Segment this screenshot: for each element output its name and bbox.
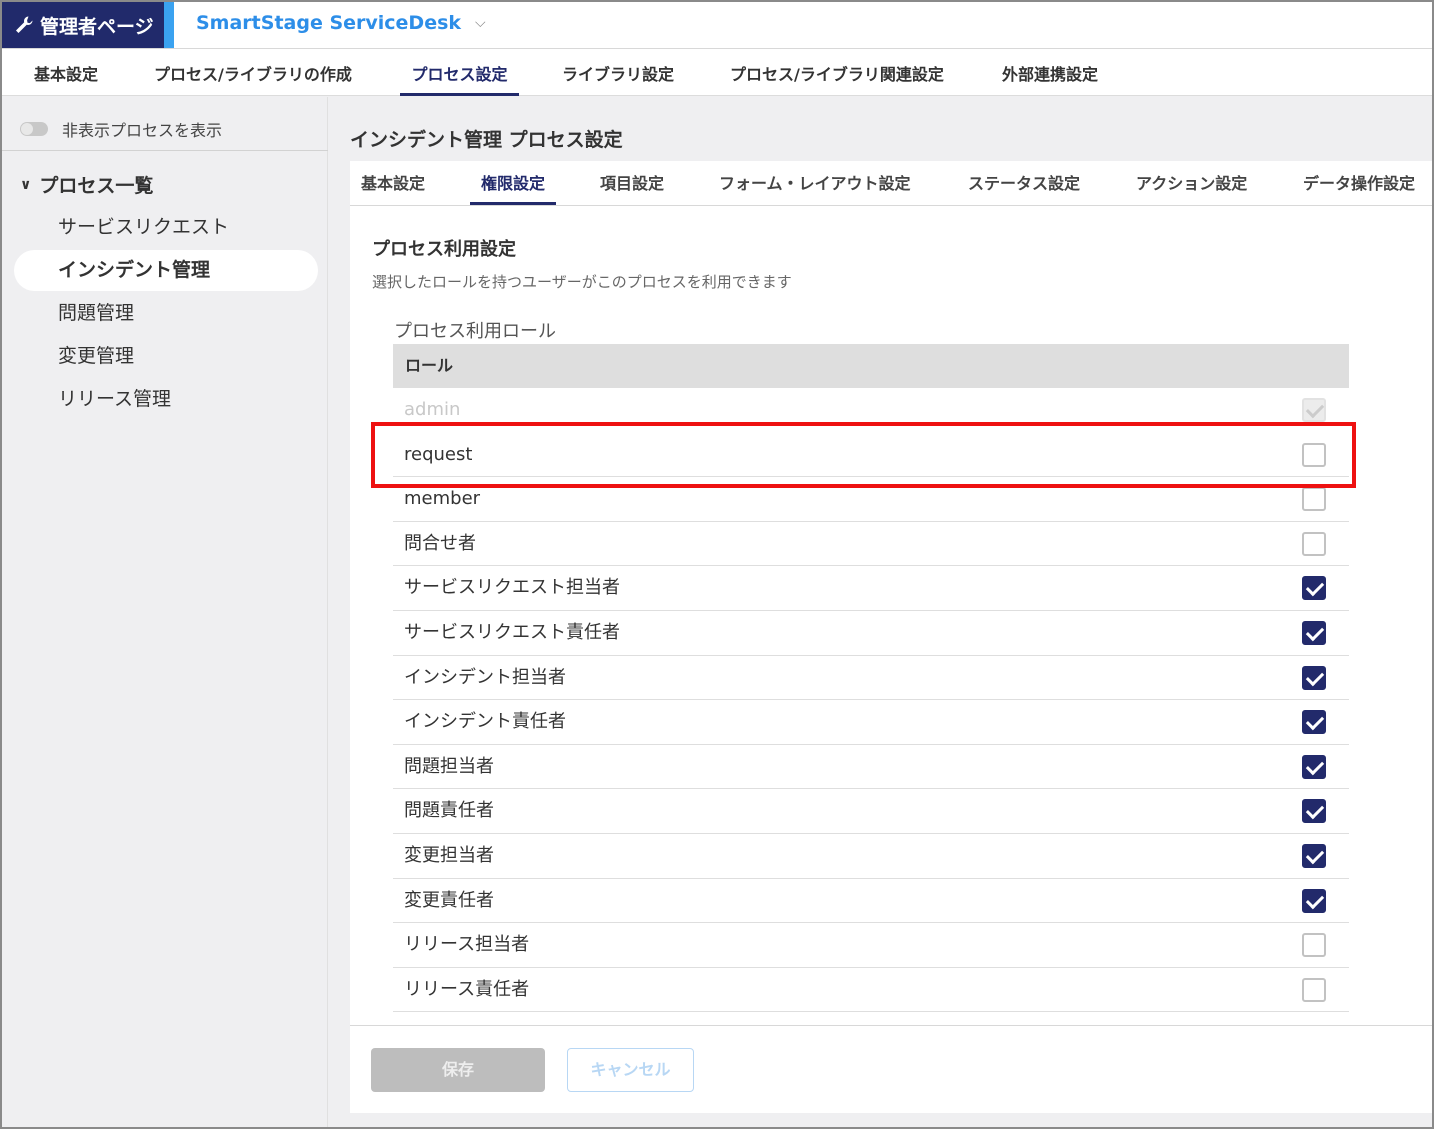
- role-name: 問題責任者: [404, 800, 494, 822]
- table-row: admin: [393, 388, 1349, 433]
- role-checkbox[interactable]: [1302, 888, 1326, 913]
- roles-label: プロセス利用ロール: [394, 321, 556, 342]
- role-name: インシデント担当者: [404, 666, 566, 688]
- role-checkbox[interactable]: [1302, 620, 1326, 645]
- header: 管理者ページ SmartStage ServiceDesk ⌵: [2, 2, 1432, 49]
- show-hidden-toggle-row[interactable]: 非表示プロセスを表示: [20, 117, 222, 141]
- tab-status[interactable]: ステータス設定: [968, 161, 1080, 205]
- top-navigation: 基本設定 プロセス/ライブラリの作成 プロセス設定 ライブラリ設定 プロセス/ラ…: [2, 49, 1432, 96]
- role-name: リリース担当者: [404, 934, 530, 956]
- tab-permissions[interactable]: 権限設定: [470, 161, 556, 205]
- section-title: プロセス利用設定: [372, 239, 516, 260]
- role-name: リリース責任者: [404, 978, 530, 1000]
- role-checkbox[interactable]: [1302, 799, 1326, 824]
- topnav-basic-settings[interactable]: 基本設定: [34, 49, 98, 96]
- table-header-role: ロール: [393, 344, 1349, 388]
- sidebar-divider: [2, 150, 328, 151]
- topnav-create-process-library[interactable]: プロセス/ライブラリの作成: [154, 49, 352, 96]
- tab-form-layout[interactable]: フォーム・レイアウト設定: [719, 161, 911, 205]
- sidebar-item-release[interactable]: リリース管理: [14, 379, 318, 420]
- tab-data-operations[interactable]: データ操作設定: [1303, 161, 1415, 205]
- table-row: 問題担当者: [393, 745, 1349, 790]
- show-hidden-label: 非表示プロセスを表示: [62, 121, 223, 140]
- table-row: 問合せ者: [393, 522, 1349, 567]
- role-checkbox[interactable]: [1302, 665, 1326, 690]
- role-checkbox[interactable]: [1302, 843, 1326, 868]
- role-name: 問題担当者: [404, 755, 494, 777]
- process-list-header[interactable]: ∨ プロセス一覧: [20, 171, 153, 198]
- role-table: ロール admin request member 問合せ者サービスリクエスト担当者 サー…: [393, 344, 1349, 1013]
- role-name: request: [404, 443, 473, 465]
- topnav-library-settings[interactable]: ライブラリ設定: [562, 49, 674, 96]
- role-name: インシデント責任者: [404, 711, 566, 733]
- topnav-external-integration[interactable]: 外部連携設定: [1002, 49, 1098, 96]
- table-row: リリース責任者: [393, 968, 1349, 1013]
- role-rows: admin request member 問合せ者サービスリクエスト担当者 サービスリク…: [393, 388, 1349, 1013]
- table-row: リリース担当者: [393, 923, 1349, 968]
- role-name: member: [404, 488, 481, 510]
- sidebar-item-service-request[interactable]: サービスリクエスト: [14, 207, 318, 248]
- role-checkbox[interactable]: [1302, 487, 1326, 512]
- table-row: 変更担当者: [393, 834, 1349, 879]
- footer-divider: [350, 1025, 1432, 1026]
- app-window: 管理者ページ SmartStage ServiceDesk ⌵ 基本設定 プロセ…: [0, 0, 1434, 1129]
- table-row: request: [393, 433, 1349, 478]
- role-name: 変更担当者: [404, 844, 494, 866]
- role-name: サービスリクエスト責任者: [404, 621, 620, 643]
- admin-page-label: 管理者ページ: [40, 15, 154, 38]
- section-description: 選択したロールを持つユーザーがこのプロセスを利用できます: [372, 273, 792, 291]
- tab-fields[interactable]: 項目設定: [600, 161, 664, 205]
- settings-panel: 基本設定 権限設定 項目設定 フォーム・レイアウト設定 ステータス設定 アクショ…: [350, 161, 1432, 1113]
- role-checkbox[interactable]: [1302, 754, 1326, 779]
- table-row: 変更責任者: [393, 879, 1349, 924]
- chevron-down-icon: ⌵: [475, 15, 486, 31]
- save-button[interactable]: 保存: [371, 1048, 545, 1092]
- chevron-down-icon: ∨: [20, 176, 32, 193]
- tab-actions[interactable]: アクション設定: [1136, 161, 1247, 205]
- role-checkbox[interactable]: [1302, 531, 1326, 556]
- process-list: サービスリクエスト インシデント管理 問題管理 変更管理 リリース管理: [14, 207, 318, 422]
- process-list-title: プロセス一覧: [39, 175, 154, 197]
- table-row: インシデント責任者: [393, 700, 1349, 745]
- admin-page-badge[interactable]: 管理者ページ: [2, 2, 164, 48]
- show-hidden-toggle[interactable]: [20, 122, 48, 136]
- role-checkbox[interactable]: [1302, 977, 1326, 1002]
- topnav-relation-settings[interactable]: プロセス/ライブラリ関連設定: [730, 49, 944, 96]
- wrench-icon: [14, 15, 34, 35]
- role-name: 変更責任者: [404, 889, 494, 911]
- app-title: SmartStage ServiceDesk: [196, 12, 462, 34]
- topnav-process-settings[interactable]: プロセス設定: [400, 49, 519, 96]
- sidebar-item-problem[interactable]: 問題管理: [14, 293, 318, 334]
- role-checkbox[interactable]: [1302, 933, 1326, 958]
- role-checkbox[interactable]: [1302, 442, 1326, 467]
- app-selector[interactable]: SmartStage ServiceDesk ⌵: [196, 12, 486, 34]
- role-name: admin: [404, 399, 461, 420]
- sidebar-item-incident[interactable]: インシデント管理: [14, 250, 318, 291]
- page-title: インシデント管理 プロセス設定: [350, 129, 623, 151]
- table-row: サービスリクエスト担当者: [393, 566, 1349, 611]
- role-name: 問合せ者: [404, 532, 476, 554]
- header-accent-strip: [164, 2, 174, 48]
- table-row: サービスリクエスト責任者: [393, 611, 1349, 656]
- tab-basic[interactable]: 基本設定: [361, 161, 425, 205]
- role-checkbox[interactable]: [1302, 710, 1326, 735]
- table-row: インシデント担当者: [393, 656, 1349, 701]
- sidebar: 非表示プロセスを表示 ∨ プロセス一覧 サービスリクエスト インシデント管理 問…: [2, 97, 328, 1127]
- cancel-button[interactable]: キャンセル: [567, 1048, 694, 1092]
- role-name: サービスリクエスト担当者: [404, 577, 620, 599]
- role-checkbox: [1302, 398, 1326, 422]
- settings-tabs: 基本設定 権限設定 項目設定 フォーム・レイアウト設定 ステータス設定 アクショ…: [350, 161, 1432, 206]
- table-row: member: [393, 477, 1349, 522]
- role-checkbox[interactable]: [1302, 576, 1326, 601]
- sidebar-item-change[interactable]: 変更管理: [14, 336, 318, 377]
- table-row: 問題責任者: [393, 789, 1349, 834]
